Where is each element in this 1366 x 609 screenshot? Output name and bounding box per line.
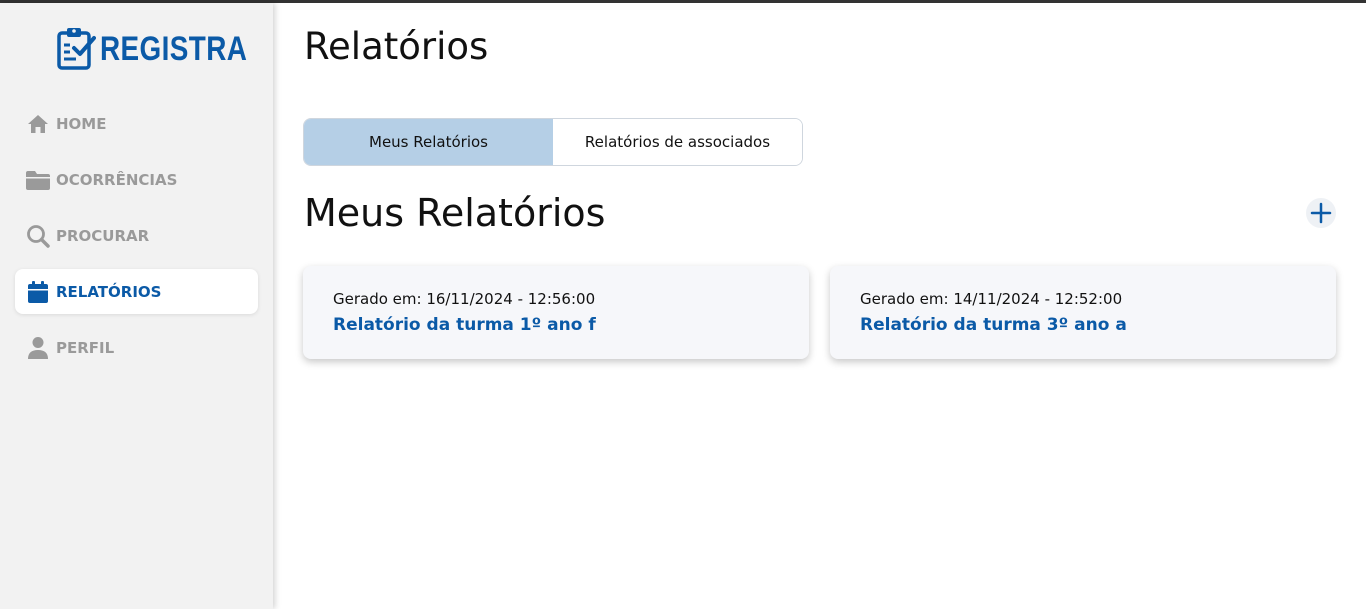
report-date: Gerado em: 16/11/2024 - 12:56:00: [333, 290, 596, 308]
tab-relatorios-associados[interactable]: Relatórios de associados: [553, 119, 802, 165]
report-card[interactable]: Gerado em: 16/11/2024 - 12:56:00 Relatór…: [303, 266, 809, 359]
sidebar-nav: HOME OCORRÊNCIAS PROCURAR RELATÓRIOS PER…: [15, 101, 258, 381]
section-title: Meus Relatórios: [304, 191, 606, 235]
report-date: Gerado em: 14/11/2024 - 12:52:00: [860, 290, 1123, 308]
clipboard-check-icon: [57, 28, 96, 70]
report-title[interactable]: Relatório da turma 3º ano a: [860, 315, 1127, 335]
sidebar-item-label: PERFIL: [56, 338, 115, 357]
add-report-button[interactable]: [1306, 198, 1336, 228]
sidebar-item-home[interactable]: HOME: [15, 101, 258, 146]
search-icon: [25, 223, 51, 249]
logo-text: REGISTRA: [100, 29, 248, 68]
app-logo[interactable]: REGISTRA: [56, 24, 280, 74]
folder-icon: [25, 167, 51, 193]
report-card[interactable]: Gerado em: 14/11/2024 - 12:52:00 Relatór…: [830, 266, 1336, 359]
sidebar-item-procurar[interactable]: PROCURAR: [15, 213, 258, 258]
sidebar-item-label: PROCURAR: [56, 226, 150, 245]
calendar-icon: [25, 279, 51, 305]
main-content: Relatórios Meus Relatórios Relatórios de…: [273, 3, 1366, 609]
report-tabs: Meus Relatórios Relatórios de associados: [303, 118, 803, 166]
sidebar-item-perfil[interactable]: PERFIL: [15, 325, 258, 370]
report-title[interactable]: Relatório da turma 1º ano f: [333, 315, 596, 335]
plus-icon: [1310, 202, 1332, 224]
sidebar-item-label: RELATÓRIOS: [56, 282, 162, 301]
sidebar-item-label: OCORRÊNCIAS: [56, 170, 178, 189]
sidebar-item-ocorrencias[interactable]: OCORRÊNCIAS: [15, 157, 258, 202]
sidebar: REGISTRA HOME OCORRÊNCIAS PROCURAR RELAT…: [0, 3, 273, 609]
home-icon: [25, 111, 51, 137]
sidebar-item-label: HOME: [56, 114, 107, 133]
page-title: Relatórios: [304, 25, 489, 68]
tab-meus-relatorios[interactable]: Meus Relatórios: [304, 119, 553, 165]
user-icon: [25, 335, 51, 361]
sidebar-item-relatorios[interactable]: RELATÓRIOS: [15, 269, 258, 314]
